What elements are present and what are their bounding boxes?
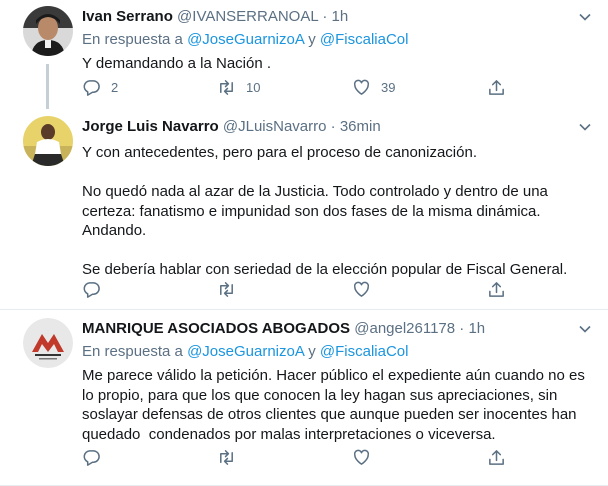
tweet-body: Ivan Serrano @IVANSERRANOAL · 1h En resp… <box>82 7 594 74</box>
retweet-icon <box>220 281 233 297</box>
share-button[interactable] <box>487 279 506 299</box>
tweet-text: Y con antecedentes, pero para el proceso… <box>82 144 568 278</box>
reply-icon <box>83 79 100 96</box>
tweet-header: Ivan Serrano @IVANSERRANOAL · 1h <box>82 7 594 27</box>
avatar[interactable] <box>23 318 73 368</box>
like-icon <box>353 79 370 95</box>
retweet-icon <box>220 79 233 95</box>
tweet[interactable]: Jorge Luis Navarro @JLuisNavarro · 36min… <box>0 109 608 310</box>
timestamp[interactable]: 1h <box>331 8 348 25</box>
tweet-actions <box>82 447 504 467</box>
thread-connector <box>46 64 49 109</box>
retweet-button[interactable] <box>217 447 236 467</box>
display-name[interactable]: Ivan Serrano <box>82 8 173 25</box>
like-icon <box>353 449 370 465</box>
tweet-text: Y demandando a la Nación . <box>82 55 272 72</box>
chevron-down-icon[interactable] <box>578 120 592 134</box>
like-button[interactable] <box>352 279 371 299</box>
share-button[interactable] <box>487 77 506 97</box>
like-button[interactable]: 39 <box>352 77 395 97</box>
like-icon <box>353 281 370 297</box>
tweet-header: Jorge Luis Navarro @JLuisNavarro · 36min <box>82 117 594 137</box>
user-handle[interactable]: @IVANSERRANOAL <box>177 8 318 25</box>
chevron-down-icon[interactable] <box>578 10 592 24</box>
tweet-header: MANRIQUE ASOCIADOS ABOGADOS @angel261178… <box>82 319 594 339</box>
reply-joiner: y <box>308 343 316 360</box>
avatar[interactable] <box>23 6 73 56</box>
timestamp[interactable]: 36min <box>340 118 381 135</box>
reply-icon <box>83 449 100 466</box>
chevron-down-icon[interactable] <box>578 322 592 336</box>
timestamp[interactable]: 1h <box>468 320 485 337</box>
reply-joiner: y <box>308 31 316 48</box>
share-icon <box>489 449 504 465</box>
reply-button[interactable] <box>82 279 101 299</box>
tweet-actions <box>82 279 504 299</box>
user-handle[interactable]: @angel261178 <box>354 320 455 337</box>
retweet-button[interactable]: 10 <box>217 77 260 97</box>
mention-link[interactable]: @FiscaliaCol <box>320 31 409 48</box>
reply-button[interactable] <box>82 447 101 467</box>
retweet-count: 10 <box>246 79 261 95</box>
display-name[interactable]: Jorge Luis Navarro <box>82 118 219 135</box>
mention-link[interactable]: @JoseGuarnizoA <box>187 343 304 360</box>
retweet-button[interactable] <box>217 279 236 299</box>
reply-button[interactable]: 2 <box>82 77 118 97</box>
separator: · <box>322 8 328 25</box>
tweet-actions: 2 10 39 <box>82 77 504 97</box>
tweet[interactable]: MANRIQUE ASOCIADOS ABOGADOS @angel261178… <box>0 310 608 486</box>
display-name[interactable]: MANRIQUE ASOCIADOS ABOGADOS <box>82 320 350 337</box>
reply-context: En respuesta a @JoseGuarnizoA y @Fiscali… <box>82 342 594 362</box>
separator: · <box>459 320 465 337</box>
like-button[interactable] <box>352 447 371 467</box>
reply-count: 2 <box>111 79 119 95</box>
share-icon <box>489 79 504 95</box>
mention-link[interactable]: @JoseGuarnizoA <box>187 31 304 48</box>
reply-prefix: En respuesta a <box>82 343 183 360</box>
tweet-text: Me parece válido la petición. Hacer públ… <box>82 367 585 443</box>
share-icon <box>489 281 504 297</box>
reply-context: En respuesta a @JoseGuarnizoA y @Fiscali… <box>82 30 594 50</box>
reply-icon <box>83 281 100 298</box>
share-button[interactable] <box>487 447 506 467</box>
separator: · <box>330 118 336 135</box>
tweet-body: MANRIQUE ASOCIADOS ABOGADOS @angel261178… <box>82 319 594 444</box>
mention-link[interactable]: @FiscaliaCol <box>320 343 409 360</box>
tweet-body: Jorge Luis Navarro @JLuisNavarro · 36min… <box>82 117 594 280</box>
avatar[interactable] <box>23 116 73 166</box>
tweet[interactable]: Ivan Serrano @IVANSERRANOAL · 1h En resp… <box>0 0 608 109</box>
like-count: 39 <box>381 79 396 95</box>
user-handle[interactable]: @JLuisNavarro <box>223 118 327 135</box>
reply-prefix: En respuesta a <box>82 31 183 48</box>
retweet-icon <box>220 449 233 465</box>
